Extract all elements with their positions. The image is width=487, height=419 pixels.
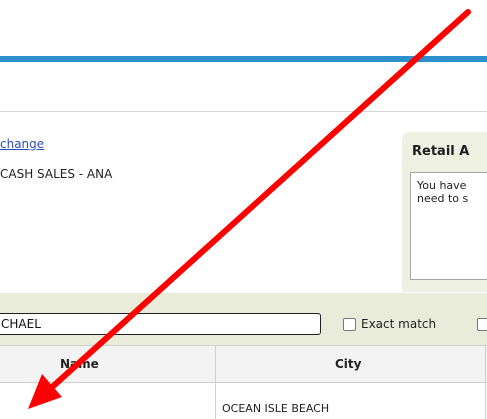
retail-alerts-panel: Retail A You have need to s bbox=[402, 132, 487, 292]
change-customer-link[interactable]: change bbox=[0, 137, 44, 151]
retail-message-line: need to s bbox=[417, 192, 469, 205]
retail-message-line: You have bbox=[417, 179, 467, 192]
column-header-city[interactable]: City bbox=[335, 357, 361, 371]
table-row-city-cell[interactable]: OCEAN ISLE BEACH bbox=[222, 402, 329, 415]
column-header-name[interactable]: Name bbox=[60, 357, 99, 371]
toolbar-area bbox=[0, 62, 487, 112]
retail-message-box: You have need to s bbox=[410, 172, 487, 280]
customer-name: CASH SALES - ANA bbox=[0, 167, 113, 181]
secondary-checkbox[interactable] bbox=[477, 318, 487, 331]
column-separator bbox=[215, 345, 216, 419]
customer-search-input[interactable] bbox=[0, 313, 321, 335]
top-banner bbox=[0, 0, 487, 56]
exact-match-checkbox[interactable] bbox=[343, 318, 356, 331]
column-separator bbox=[485, 345, 486, 419]
exact-match-label: Exact match bbox=[361, 317, 437, 331]
retail-panel-title: Retail A bbox=[412, 144, 470, 159]
toolbar-divider bbox=[0, 111, 487, 112]
